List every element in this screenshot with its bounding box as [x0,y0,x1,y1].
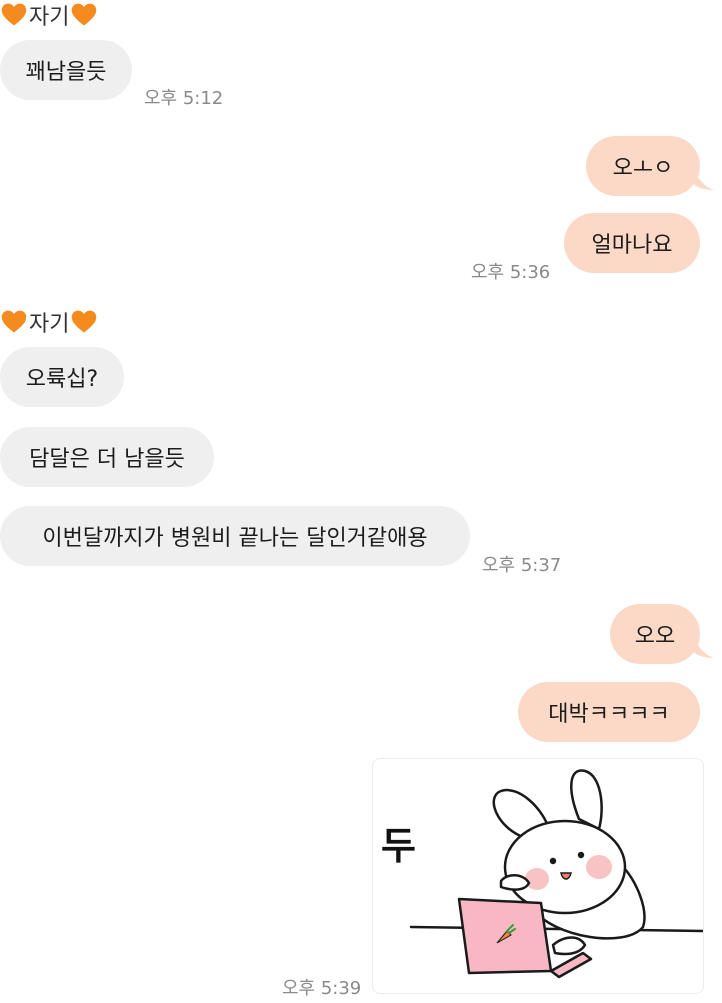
sticker-message[interactable]: 두 [372,758,704,994]
bunny-laptop-sticker-icon [409,769,703,979]
message-timestamp: 오후 5:12 [144,88,224,109]
message-bubble-incoming[interactable]: 꽤남을듯 [0,40,132,100]
message-bubble-outgoing[interactable]: 오오 [610,604,700,664]
sender-name: 자기 [29,312,70,337]
bubble-tail-outgoing [692,628,714,658]
orange-heart-icon [72,310,97,333]
message-timestamp: 오후 5:37 [482,555,562,576]
sender-name: 자기 [29,5,70,30]
message-bubble-incoming[interactable]: 이번달까지가 병원비 끝나는 달인거같애용 [0,506,470,566]
bubble-tail-outgoing [692,160,714,190]
sticker-caption: 두 [381,824,416,868]
orange-heart-icon [72,3,97,26]
sender-label: 자기 [0,0,98,30]
message-bubble-outgoing[interactable]: 대박ㅋㅋㅋㅋ [518,682,700,742]
message-bubble-incoming[interactable]: 오륙십? [0,347,124,407]
sender-label: 자기 [0,307,98,337]
orange-heart-icon [1,3,27,26]
message-bubble-outgoing[interactable]: 얼마나요 [564,213,700,273]
message-bubble-incoming[interactable]: 담달은 더 남을듯 [0,427,214,487]
message-timestamp: 오후 5:39 [282,978,362,999]
message-timestamp: 오후 5:36 [471,262,551,283]
message-bubble-outgoing[interactable]: 오ㅗㅇ [586,136,700,196]
orange-heart-icon [1,310,27,333]
